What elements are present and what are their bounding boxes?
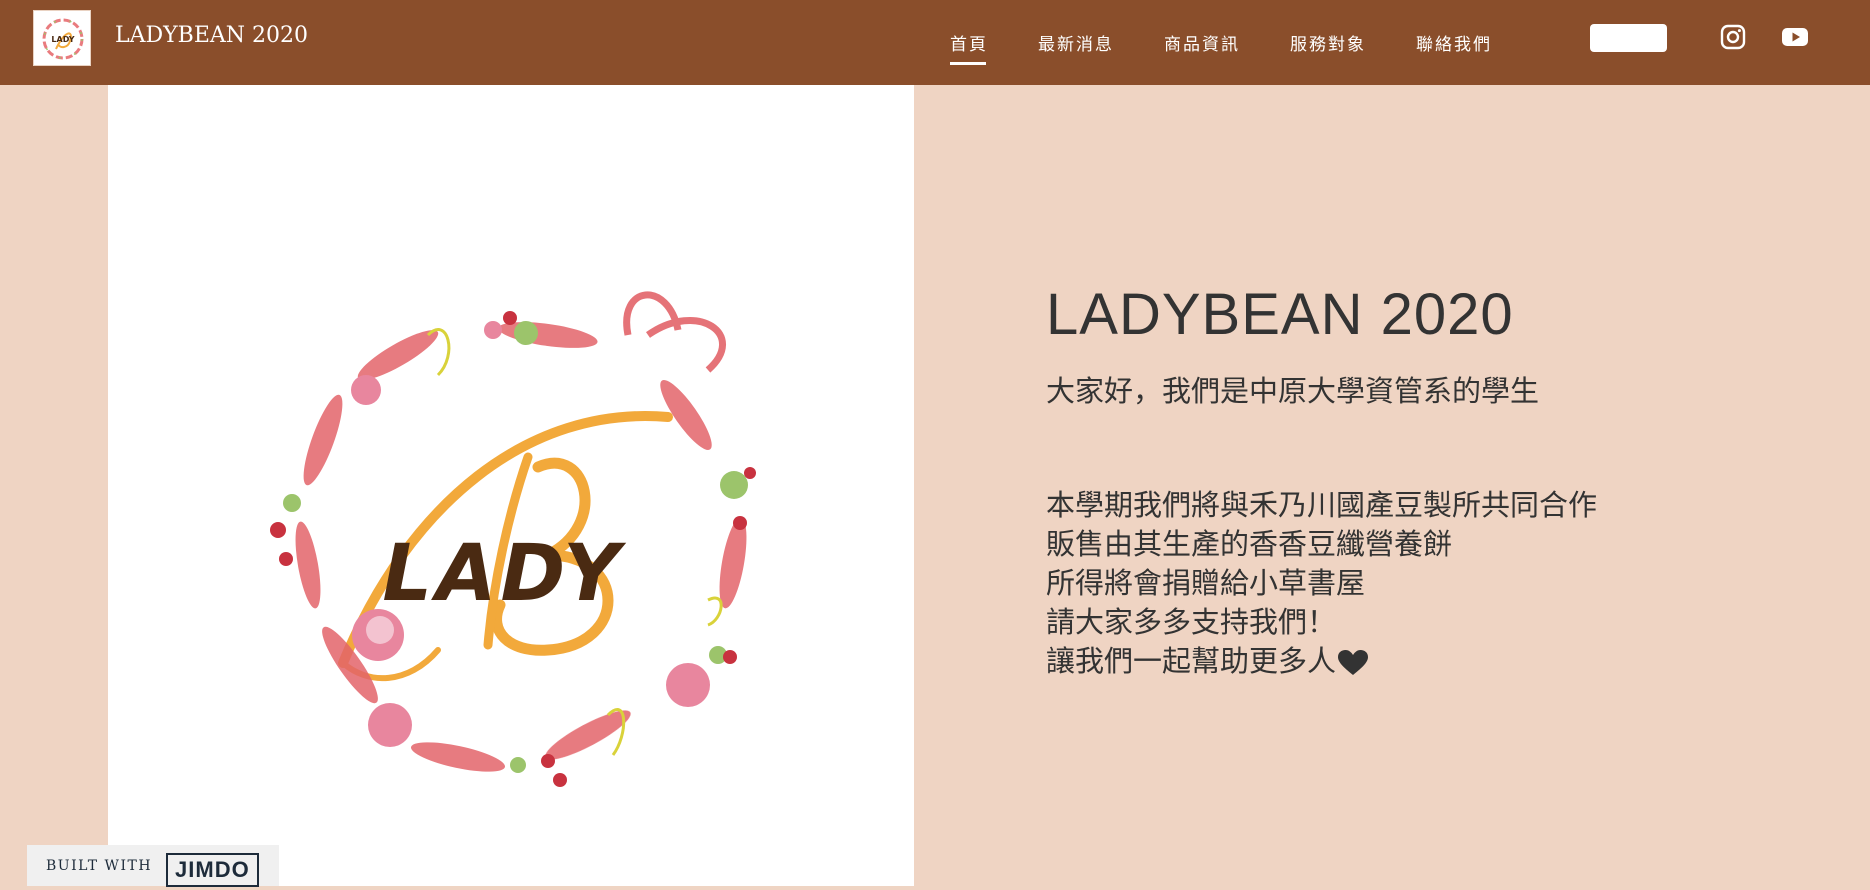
hero-title: LADYBEAN 2020 (1046, 282, 1514, 347)
built-with-jimdo-badge[interactable]: BUILT WITH JIMDO (27, 845, 279, 887)
hero-body-line: 請大家多多支持我們！ (1046, 605, 1337, 639)
site-title[interactable]: LADYBEAN 2020 (115, 23, 308, 48)
logo-wreath-icon: LADY (42, 18, 84, 60)
nav-item-products[interactable]: 商品資訊 (1164, 30, 1240, 55)
hero-body-last-line: 讓我們一起幫助更多人 (1046, 642, 1826, 681)
jimdo-logo: JIMDO (166, 852, 259, 887)
heart-icon (1338, 650, 1369, 675)
main-nav: 首頁 最新消息 商品資訊 服務對象 聯絡我們 (950, 0, 1542, 85)
hero-body: 本學期我們將與禾乃川國產豆製所共同合作 販售由其生產的香香豆纖營養餅 所得將會捐… (1046, 486, 1826, 681)
instagram-icon[interactable] (1720, 24, 1746, 50)
nav-item-contact[interactable]: 聯絡我們 (1416, 30, 1492, 55)
hero-text-block: LADYBEAN 2020 大家好，我們是中原大學資管系的學生 本學期我們將與禾… (1046, 280, 1826, 681)
hero-intro: 大家好，我們是中原大學資管系的學生 (1046, 374, 1540, 408)
hero-body-line: 本學期我們將與禾乃川國產豆製所共同合作 (1046, 488, 1598, 522)
logo-lady-text: LADY (382, 529, 627, 619)
hero-image: LADY (108, 85, 914, 886)
site-header: LADY LADYBEAN 2020 首頁 最新消息 商品資訊 服務對象 聯絡我… (0, 0, 1870, 85)
built-with-label: BUILT WITH (46, 857, 153, 874)
cart-button[interactable] (1590, 24, 1667, 52)
nav-item-news[interactable]: 最新消息 (1038, 30, 1114, 55)
hero-body-line: 販售由其生產的香香豆纖營養餅 (1046, 527, 1453, 561)
nav-item-service[interactable]: 服務對象 (1290, 30, 1366, 55)
youtube-icon[interactable] (1782, 24, 1808, 50)
svg-text:LADY: LADY (51, 35, 74, 44)
ladybean-logo-illustration: LADY (270, 291, 756, 787)
nav-item-home[interactable]: 首頁 (950, 30, 988, 65)
site-logo[interactable]: LADY (33, 10, 91, 66)
hero-body-line: 所得將會捐贈給小草書屋 (1046, 566, 1366, 600)
hero-body-line: 讓我們一起幫助更多人 (1046, 644, 1337, 678)
